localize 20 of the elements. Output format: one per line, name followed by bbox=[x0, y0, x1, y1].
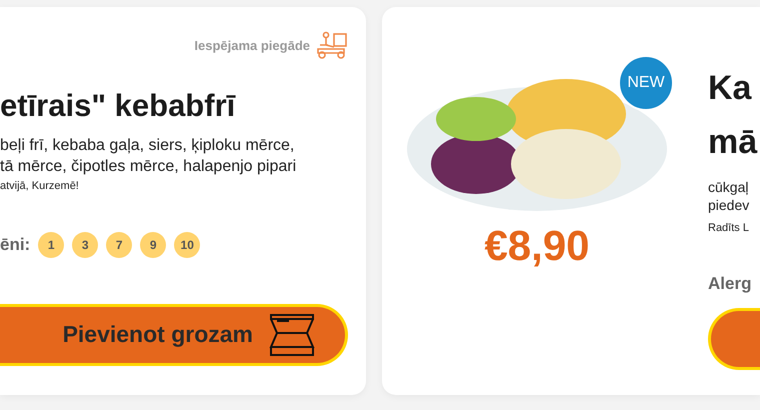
allergens-label: ēni: bbox=[0, 234, 30, 255]
new-badge: NEW bbox=[618, 55, 674, 111]
allergen-badge: 10 bbox=[174, 232, 200, 258]
delivery-scooter-icon bbox=[314, 31, 348, 59]
allergen-badge: 9 bbox=[140, 232, 166, 258]
allergen-badge: 1 bbox=[38, 232, 64, 258]
allergens-label: Alerg bbox=[708, 274, 752, 294]
product-description: beļi frī, kebaba gaļa, siers, ķiploku mērce, tā mērce, čipotles mērce, halapenjo pipari bbox=[0, 136, 298, 177]
allergen-badge: 7 bbox=[106, 232, 132, 258]
product-description: cūkgaļ piedev bbox=[708, 178, 750, 214]
add-to-cart-button[interactable]: Pievienot grozam bbox=[0, 304, 348, 366]
product-title: etīrais" kebabfrī bbox=[0, 87, 237, 124]
origin-text: atvijā, Kurzemē! bbox=[0, 180, 80, 192]
allergen-badge: 3 bbox=[72, 232, 98, 258]
origin-text: Radīts L bbox=[708, 222, 750, 234]
delivery-label: Iespējama piegāde bbox=[194, 38, 310, 52]
pizza-box-icon bbox=[269, 314, 315, 356]
product-price: €8,90 bbox=[484, 222, 590, 270]
add-to-cart-button[interactable] bbox=[708, 308, 760, 370]
product-title: Ka mā bbox=[708, 68, 758, 164]
